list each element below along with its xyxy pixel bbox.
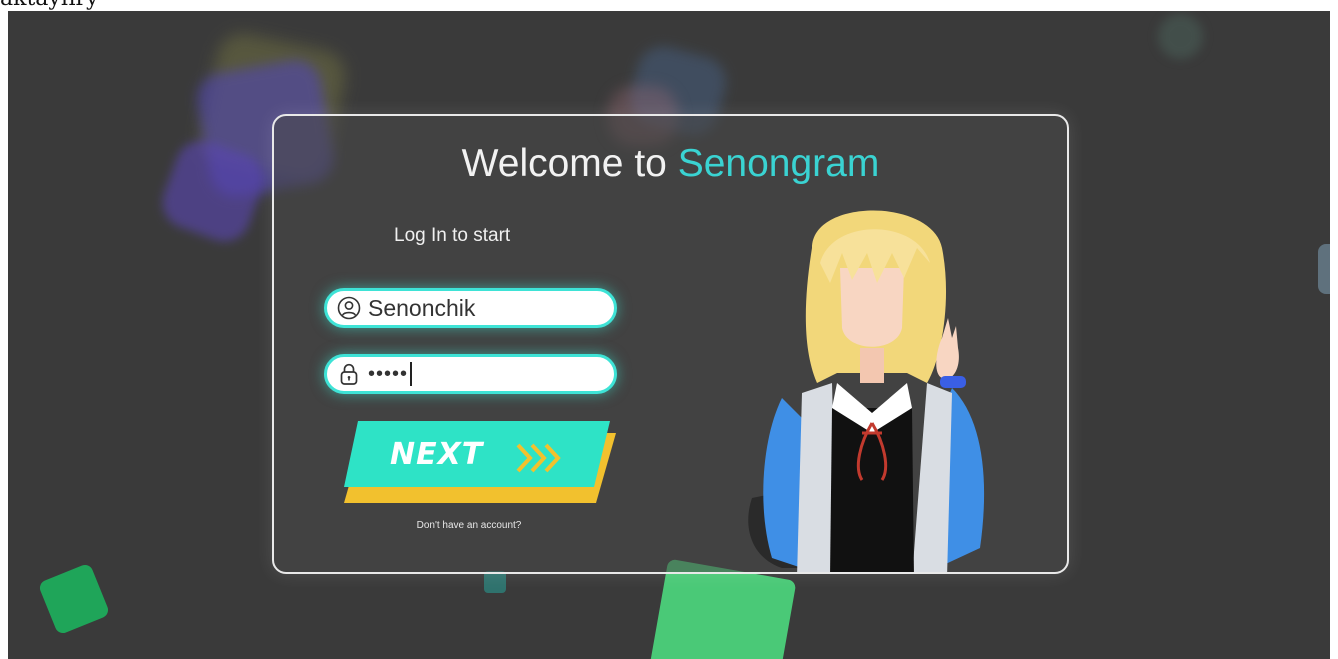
page-top-text: aktayfiry xyxy=(0,0,98,11)
chevrons-right-icon xyxy=(516,443,561,473)
username-field[interactable]: Senonchik xyxy=(324,288,617,328)
brand-name: Senongram xyxy=(677,142,880,185)
bg-blob xyxy=(484,571,506,593)
next-button[interactable]: NEXT xyxy=(344,421,616,503)
bg-blob xyxy=(1318,244,1330,294)
welcome-title: Welcome to Senongram xyxy=(274,142,1067,186)
bg-blob xyxy=(37,562,111,636)
anime-girl-illustration xyxy=(748,210,985,572)
username-value: Senonchik xyxy=(368,294,476,321)
signup-link[interactable]: Don't have an account? xyxy=(394,520,544,531)
lock-icon xyxy=(340,363,358,385)
login-scene: Welcome to Senongram Log In to start Sen… xyxy=(8,11,1330,659)
user-circle-icon xyxy=(337,296,361,320)
login-subtitle: Log In to start xyxy=(394,225,511,246)
text-cursor xyxy=(410,362,413,386)
next-button-label: NEXT xyxy=(390,437,484,472)
title-prefix: Welcome to xyxy=(461,142,678,185)
password-value: ••••• xyxy=(368,362,409,385)
password-field[interactable]: ••••• xyxy=(324,354,617,394)
login-card: Welcome to Senongram Log In to start Sen… xyxy=(272,114,1069,574)
bg-blob xyxy=(1158,14,1203,59)
